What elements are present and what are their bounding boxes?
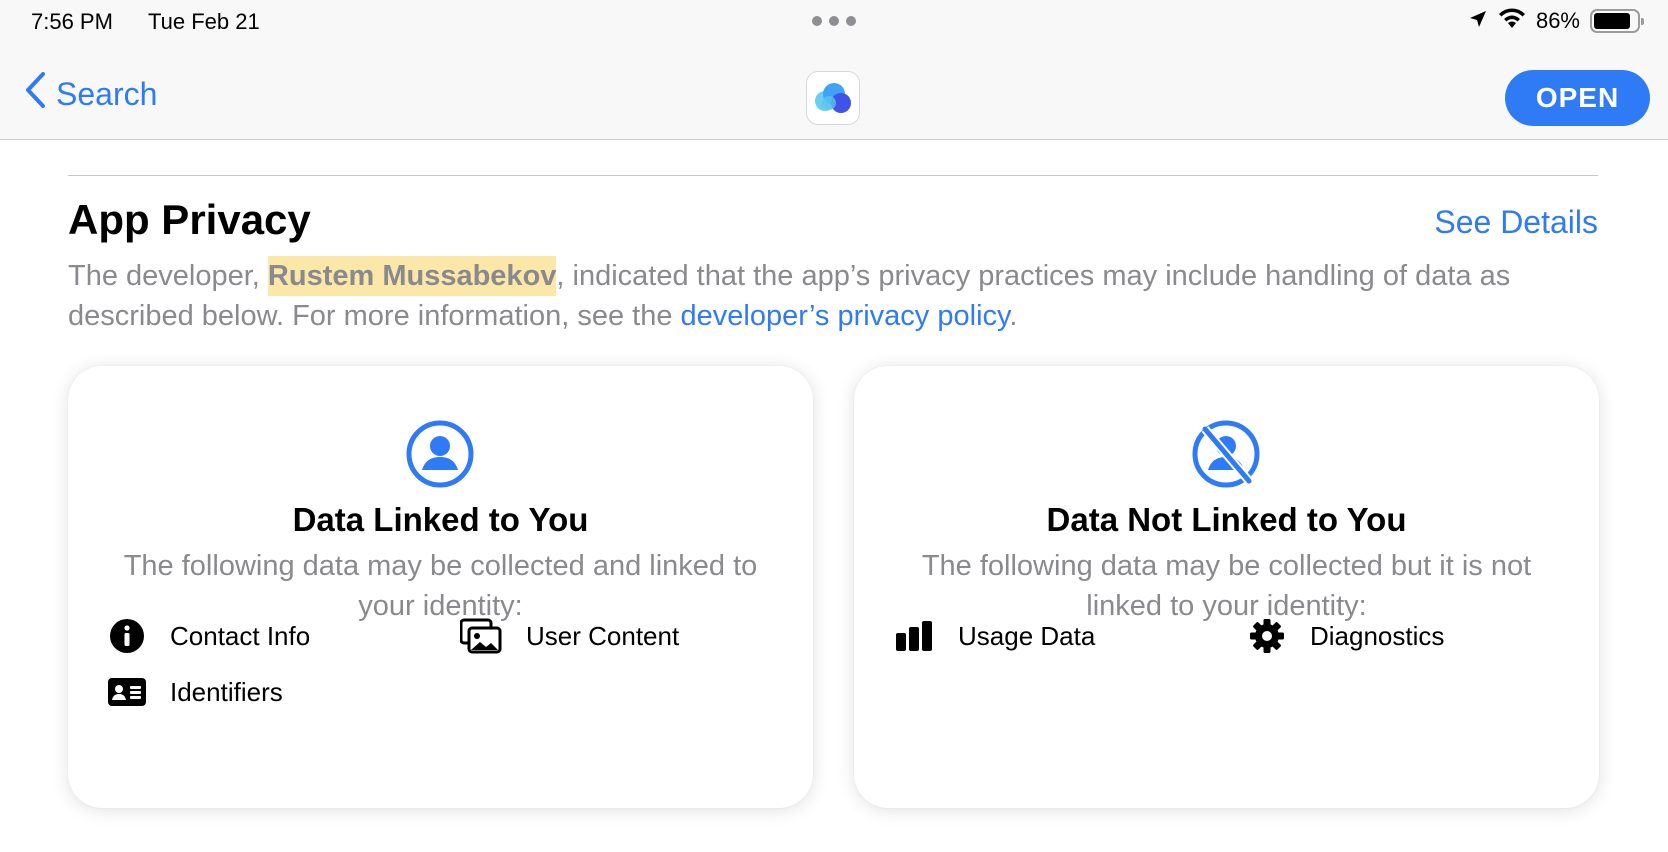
person-circle-icon [405, 419, 475, 489]
battery-icon [1590, 9, 1644, 33]
desc-prefix: The developer, [68, 260, 268, 292]
person-slash-icon [1191, 419, 1261, 489]
status-time: 7:56 PM [31, 9, 113, 34]
data-item-label: Usage Data [958, 620, 1096, 651]
wifi-icon [1498, 7, 1526, 35]
top-bar: 7:56 PM Tue Feb 21 86% Search OPEN [0, 0, 1668, 140]
data-item-contact-info: Contact Info [108, 617, 310, 655]
data-linked-card[interactable]: Data Linked to You The following data ma… [68, 366, 813, 808]
data-item-user-content: User Content [460, 617, 679, 655]
open-button[interactable]: OPEN [1505, 70, 1650, 126]
desc-suffix: . [1009, 300, 1018, 332]
section-title: App Privacy [68, 196, 311, 243]
back-button[interactable]: Search [24, 72, 157, 116]
developer-name: Rustem Mussabekov [267, 256, 557, 296]
info-circle-icon [108, 617, 146, 655]
location-arrow-icon [1468, 9, 1488, 34]
see-details-link[interactable]: See Details [1434, 204, 1598, 241]
data-item-usage-data: Usage Data [896, 617, 1095, 655]
chevron-left-icon [24, 71, 46, 117]
data-item-label: Identifiers [170, 676, 283, 707]
back-label: Search [56, 75, 158, 112]
gear-icon [1248, 617, 1286, 655]
data-item-label: Contact Info [170, 620, 311, 651]
privacy-policy-link[interactable]: developer’s privacy policy [681, 300, 1010, 332]
bar-chart-icon [896, 617, 934, 655]
card-title: Data Not Linked to You [1046, 501, 1407, 538]
multitasking-dots-icon[interactable] [812, 16, 856, 26]
data-item-label: User Content [526, 620, 680, 651]
battery-level [1594, 13, 1631, 29]
status-indicators: 86% [1468, 6, 1644, 36]
battery-percentage: 86% [1535, 8, 1580, 33]
data-item-identifiers: Identifiers [108, 673, 283, 711]
photos-icon [460, 617, 502, 655]
card-subtitle: The following data may be collected but … [921, 550, 1532, 622]
status-date: Tue Feb 21 [148, 9, 260, 34]
data-not-linked-card[interactable]: Data Not Linked to You The following dat… [854, 366, 1599, 808]
card-subtitle: The following data may be collected and … [123, 550, 758, 622]
privacy-description: The developer, Rustem Mussabekov, indica… [68, 256, 1608, 336]
id-card-icon [108, 673, 146, 711]
data-item-diagnostics: Diagnostics [1248, 617, 1444, 655]
card-title: Data Linked to You [292, 501, 589, 538]
data-item-label: Diagnostics [1310, 620, 1445, 651]
app-icon[interactable] [806, 71, 860, 125]
section-divider [68, 175, 1598, 176]
